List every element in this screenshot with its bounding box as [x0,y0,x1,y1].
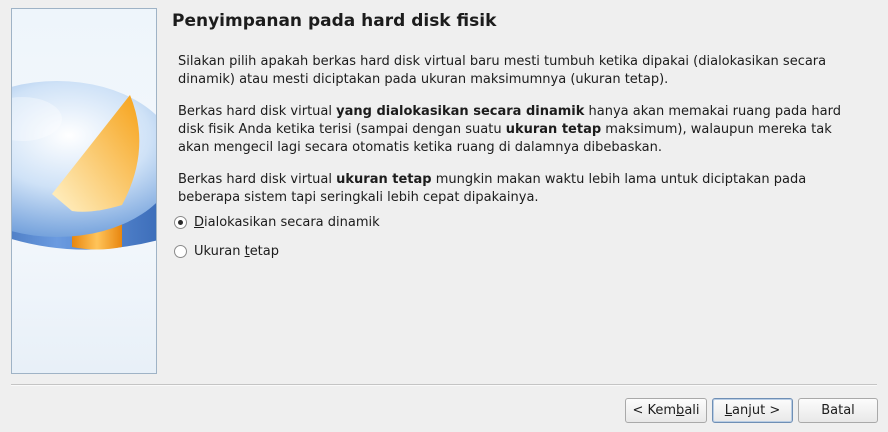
bold-text: ukuran tetap [505,122,602,137]
mnemonic: L [724,403,733,418]
text: Berkas hard disk virtual [178,104,337,119]
label-suffix: ali [684,403,700,418]
description: Silakan pilih apakah berkas hard disk vi… [178,53,858,221]
bold-text: yang dialokasikan secara dinamik [336,104,585,119]
description-paragraph-2: Berkas hard disk virtual yang dialokasik… [178,103,858,157]
create-virtual-disk-wizard: Penyimpanan pada hard disk fisik Silakan… [0,0,888,432]
cancel-button[interactable]: Batal [798,398,878,423]
disk-pie-chart-icon [11,8,157,374]
text: Berkas hard disk virtual [178,172,337,187]
label-before: Ukuran [194,243,245,259]
radio-label-dynamic[interactable]: Dialokasikan secara dinamik [194,215,380,230]
radio-button-unchecked[interactable] [174,244,187,258]
radio-button-checked[interactable] [174,215,187,229]
page-title: Penyimpanan pada hard disk fisik [172,11,497,31]
radio-label-fixed[interactable]: Ukuran tetap [194,244,279,259]
label-prefix: < Kem [632,403,677,418]
next-button[interactable]: Lanjut > [712,398,793,423]
button-separator [11,384,877,386]
label-rest: etap [249,243,280,259]
description-paragraph-3: Berkas hard disk virtual ukuran tetap mu… [178,171,858,207]
mnemonic: b [676,403,685,418]
mnemonic: D [194,214,205,230]
radio-dynamic-allocation[interactable]: Dialokasikan secara dinamik [174,212,380,232]
description-paragraph-1: Silakan pilih apakah berkas hard disk vi… [178,54,827,87]
back-button[interactable]: < Kem b ali [625,398,707,423]
radio-fixed-size[interactable]: Ukuran tetap [174,241,279,261]
label-suffix: anjut > [732,403,781,418]
bold-text: ukuran tetap [336,172,432,187]
label-rest: ialokasikan secara dinamik [204,214,380,230]
